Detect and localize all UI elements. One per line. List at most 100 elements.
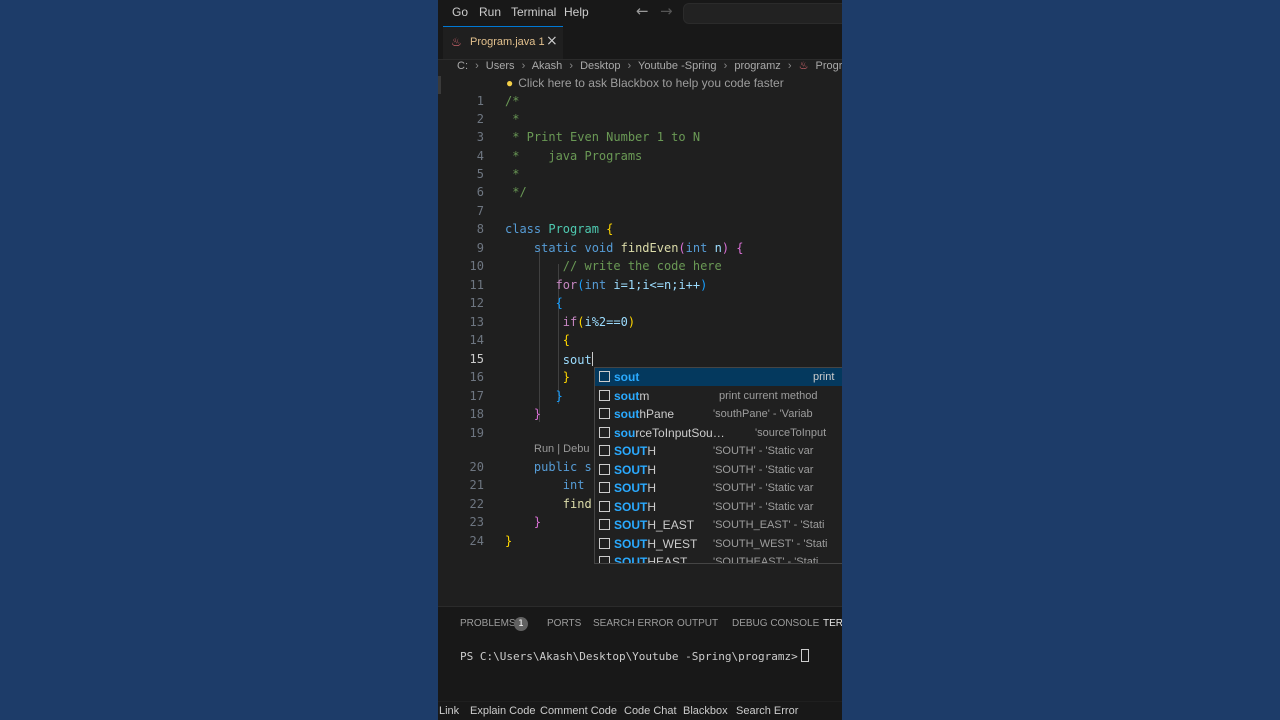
java-file-icon: ♨ <box>451 35 462 49</box>
code-line-11: for(int i=1;i<=n;i++) <box>555 278 708 292</box>
problems-badge: 1 <box>514 617 528 631</box>
code-line-9: static void findEven(int n) { <box>533 241 744 255</box>
suggestion-item[interactable]: SOUTH 'SOUTH' - 'Static var <box>595 442 842 460</box>
tab-filename: Program.java <box>470 36 536 48</box>
menu-run[interactable]: Run <box>479 5 501 19</box>
blackbox-hint[interactable]: ● Click here to ask Blackbox to help you … <box>506 76 784 90</box>
status-code-chat[interactable]: Code Chat <box>624 705 677 717</box>
status-blackbox[interactable]: Blackbox <box>683 705 728 717</box>
suggestion-match: sou <box>614 426 636 440</box>
suggestion-match: SOUT <box>614 463 648 477</box>
close-icon[interactable]: × <box>546 33 558 49</box>
suggestion-rest: H_EAST <box>647 518 695 532</box>
suggestion-item[interactable]: SOUTH 'SOUTH' - 'Static var <box>595 479 842 497</box>
breadcrumb-youtube-spring[interactable]: Youtube -Spring <box>638 60 717 72</box>
breadcrumb-file[interactable]: Program.java <box>816 60 842 72</box>
menu-terminal[interactable]: Terminal <box>511 5 556 19</box>
suggestion-label: SOUTH_EAST <box>614 518 694 532</box>
tab-terminal[interactable]: TERMI <box>823 618 842 629</box>
status-comment-code[interactable]: Comment Code <box>540 705 617 717</box>
code-line-10: // write the code here <box>505 259 722 273</box>
breadcrumb-programz[interactable]: programz <box>734 60 780 72</box>
symbol-snippet-icon <box>599 408 610 419</box>
suggestion-item[interactable]: SOUTH_WEST 'SOUTH_WEST' - 'Stati <box>595 535 842 553</box>
suggestion-label: SOUTH <box>614 481 656 495</box>
suggestion-label: SOUTHEAST <box>614 555 688 564</box>
code-line-6: */ <box>505 185 527 199</box>
menu-help[interactable]: Help <box>564 5 589 19</box>
code-line-1: /* <box>505 94 520 108</box>
status-bar: Link Explain Code Comment Code Code Chat… <box>438 702 842 720</box>
suggestion-item[interactable]: southPane 'southPane' - 'Variab <box>595 405 842 423</box>
arrow-left-icon[interactable]: ← <box>636 2 649 20</box>
method-name: findEven <box>620 241 679 255</box>
symbol-snippet-icon <box>599 445 610 456</box>
suggestion-rest: H <box>647 463 657 477</box>
tab-ports[interactable]: PORTS <box>547 618 581 629</box>
codelens-run-debug[interactable]: Run | Debu <box>534 443 589 455</box>
suggestion-rest: HEAST <box>647 555 688 564</box>
suggestion-item[interactable]: soutm print current method <box>595 387 842 405</box>
suggestion-item[interactable]: SOUTH_EAST 'SOUTH_EAST' - 'Stati <box>595 516 842 534</box>
suggestion-rest: rceToInputSou… <box>635 426 725 440</box>
suggestion-rest: H_WEST <box>647 537 698 551</box>
suggestion-match: SOUT <box>614 500 648 514</box>
breadcrumb-drive[interactable]: C: <box>457 60 468 72</box>
type-int: int <box>685 241 708 255</box>
suggestion-item[interactable]: SOUTH 'SOUTH' - 'Static var <box>595 461 842 479</box>
line-number: 5 <box>476 167 484 181</box>
suggestion-detail: print <box>813 371 835 383</box>
autocomplete-widget: sout print soutm print current method southP… <box>594 367 842 564</box>
line-number-active: 15 <box>469 352 484 366</box>
suggestion-match: sout <box>614 407 640 421</box>
line-number: 4 <box>476 149 484 163</box>
java-file-icon: ♨ <box>798 60 809 72</box>
arrow-right-icon[interactable]: → <box>660 2 673 20</box>
symbol-snippet-icon <box>599 519 610 530</box>
terminal-cursor <box>800 649 809 662</box>
suggestion-detail: 'SOUTHEAST' - 'Stati <box>713 556 819 564</box>
tab-problems[interactable]: PROBLEMS <box>460 618 516 629</box>
terminal-prompt[interactable]: PS C:\Users\Akash\Desktop\Youtube -Sprin… <box>460 649 809 663</box>
line-number: 16 <box>469 370 484 384</box>
menu-bar: Go Run Terminal Help ← → <box>438 0 842 26</box>
suggestion-match: SOUT <box>614 481 648 495</box>
suggestion-detail: 'SOUTH' - 'Static var <box>713 501 814 513</box>
tab-problem-count: 1 <box>538 36 545 48</box>
suggestion-match: SOUT <box>614 537 648 551</box>
tab-bar: ♨ Program.java 1 × <box>438 26 842 60</box>
symbol-snippet-icon <box>599 371 610 382</box>
breadcrumb-akash[interactable]: Akash <box>532 60 563 72</box>
breadcrumb-users[interactable]: Users <box>486 60 515 72</box>
suggestion-detail: 'SOUTH' - 'Static var <box>713 445 814 457</box>
line-number: 7 <box>476 204 484 218</box>
menu-go[interactable]: Go <box>452 5 468 19</box>
breadcrumb-desktop[interactable]: Desktop <box>580 60 620 72</box>
suggestion-item[interactable]: SOUTH 'SOUTH' - 'Static var <box>595 498 842 516</box>
tab-output[interactable]: OUTPUT <box>677 618 718 629</box>
chevron-right-icon: › <box>569 60 574 72</box>
tab-program-java[interactable]: ♨ Program.java 1 × <box>443 26 563 59</box>
suggestion-match: sout <box>614 389 640 403</box>
tab-search-error[interactable]: SEARCH ERROR <box>593 618 674 629</box>
tab-debug-console[interactable]: DEBUG CONSOLE <box>732 618 819 629</box>
command-center-search[interactable] <box>683 3 842 24</box>
suggestion-rest: H <box>647 444 657 458</box>
suggestion-detail: 'SOUTH' - 'Static var <box>713 464 814 476</box>
suggestion-item[interactable]: SOUTHEAST 'SOUTHEAST' - 'Stati <box>595 553 842 564</box>
code-line-17: } <box>505 389 563 403</box>
suggestion-label: SOUTH <box>614 444 656 458</box>
line-number: 24 <box>469 534 484 548</box>
suggestion-item[interactable]: sout print <box>595 368 842 386</box>
status-link[interactable]: Link <box>439 705 459 717</box>
status-search-error[interactable]: Search Error <box>736 705 798 717</box>
status-explain-code[interactable]: Explain Code <box>470 705 535 717</box>
symbol-snippet-icon <box>599 501 610 512</box>
background-left <box>0 0 438 720</box>
code-line-12: { <box>505 296 563 310</box>
suggestion-detail: 'SOUTH' - 'Static var <box>713 482 814 494</box>
symbol-snippet-icon <box>599 427 610 438</box>
suggestion-item[interactable]: sourceToInputSou… 'sourceToInput <box>595 424 842 442</box>
suggestion-rest: m <box>639 389 650 403</box>
typed-text: sout <box>562 353 592 367</box>
